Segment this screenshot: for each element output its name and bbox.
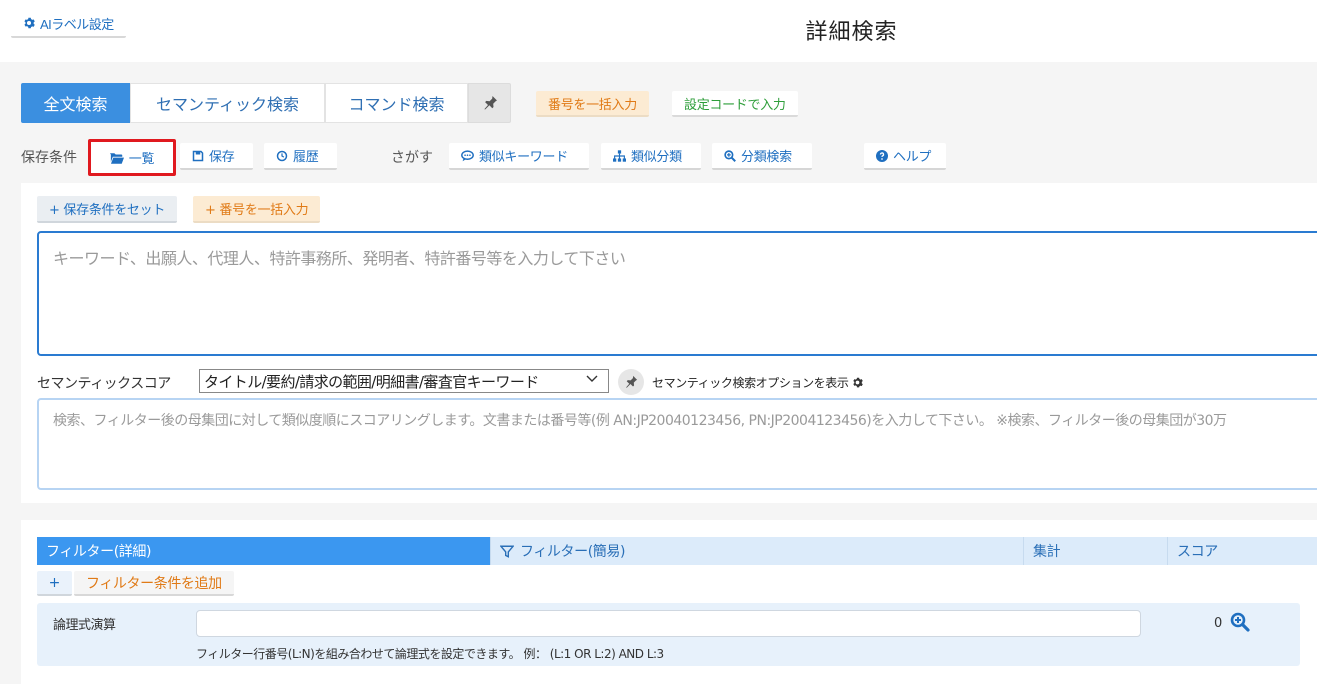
similar-keyword-button[interactable]: 類似キーワード	[449, 143, 589, 170]
tab-command-search[interactable]: コマンド検索	[325, 83, 468, 123]
logic-expression-label: 論理式演算	[53, 618, 116, 633]
search-plus-icon	[724, 149, 736, 162]
semantic-score-label: セマンティックスコア	[37, 376, 171, 392]
similar-class-label: 類似分類	[631, 150, 682, 165]
tab-filter-simple-label: フィルター(簡易)	[520, 544, 626, 560]
tab-score[interactable]: スコア	[1168, 537, 1317, 565]
semantic-score-select-value: タイトル/要約/請求の範囲/明細書/審査官キーワード	[204, 372, 539, 391]
class-search-button[interactable]: 分類検索	[712, 143, 812, 170]
zoom-in-icon[interactable]	[1230, 612, 1250, 632]
tab-filter-detail[interactable]: フィルター(詳細)	[37, 537, 491, 565]
saved-history-label: 履歴	[293, 150, 319, 165]
help-label: ヘルプ	[893, 150, 932, 165]
saved-history-button[interactable]: 履歴	[264, 143, 337, 170]
tab-fulltext-search[interactable]: 全文検索	[21, 83, 130, 123]
question-circle-icon	[876, 149, 888, 162]
sitemap-icon	[613, 149, 626, 162]
tab-semantic-search[interactable]: セマンティック検索	[130, 83, 325, 123]
page-title: 詳細検索	[805, 20, 898, 45]
help-button[interactable]: ヘルプ	[864, 143, 946, 170]
class-search-label: 分類検索	[741, 150, 792, 165]
semantic-score-select[interactable]: タイトル/要約/請求の範囲/明細書/審査官キーワード	[199, 369, 609, 393]
add-filter-condition-button[interactable]: フィルター条件を追加	[74, 571, 234, 596]
semantic-pin-button[interactable]	[618, 369, 644, 395]
filter-icon	[500, 545, 514, 558]
semantic-text-input[interactable]	[37, 398, 1317, 490]
saved-save-button[interactable]: 保存	[180, 143, 253, 170]
search-tools-label: さがす	[391, 150, 433, 166]
similar-keyword-label: 類似キーワード	[479, 150, 568, 165]
semantic-options-label: セマンティック検索オプションを表示	[652, 376, 849, 390]
tab-aggregate[interactable]: 集計	[1024, 537, 1168, 565]
saved-list-label: 一覧	[128, 152, 155, 167]
folder-open-icon	[109, 152, 124, 164]
pin-icon	[483, 96, 497, 110]
logic-expression-hint: フィルター行番号(L:N)を組み合わせて論理式を設定できます。 例： (L:1 …	[196, 647, 664, 661]
logic-expression-input[interactable]	[196, 610, 1141, 637]
pin-tab-button[interactable]	[468, 83, 511, 123]
set-saved-conditions-button[interactable]: + 保存条件をセット	[37, 196, 178, 223]
comment-icon	[461, 149, 474, 161]
add-filter-plus-button[interactable]: +	[37, 571, 72, 596]
keyword-input[interactable]	[37, 231, 1317, 356]
tab-filter-simple[interactable]: フィルター(簡易)	[491, 537, 1024, 565]
bulk-number-input-card-button[interactable]: + 番号を一括入力	[193, 196, 321, 223]
chevron-down-icon	[586, 372, 598, 387]
code-input-button[interactable]: 設定コードで入力	[672, 91, 798, 117]
similar-class-button[interactable]: 類似分類	[601, 143, 701, 170]
saved-list-button[interactable]: 一覧	[88, 139, 176, 176]
bulk-number-input-button[interactable]: 番号を一括入力	[536, 91, 649, 117]
history-icon	[276, 150, 288, 161]
floppy-icon	[192, 150, 204, 161]
gear-icon	[853, 377, 864, 388]
pin-icon	[626, 375, 638, 388]
saved-conditions-label: 保存条件	[21, 150, 77, 166]
logic-result-count: 0	[1214, 616, 1223, 631]
semantic-options-link[interactable]: セマンティック検索オプションを表示	[652, 374, 864, 391]
saved-save-label: 保存	[209, 150, 235, 165]
